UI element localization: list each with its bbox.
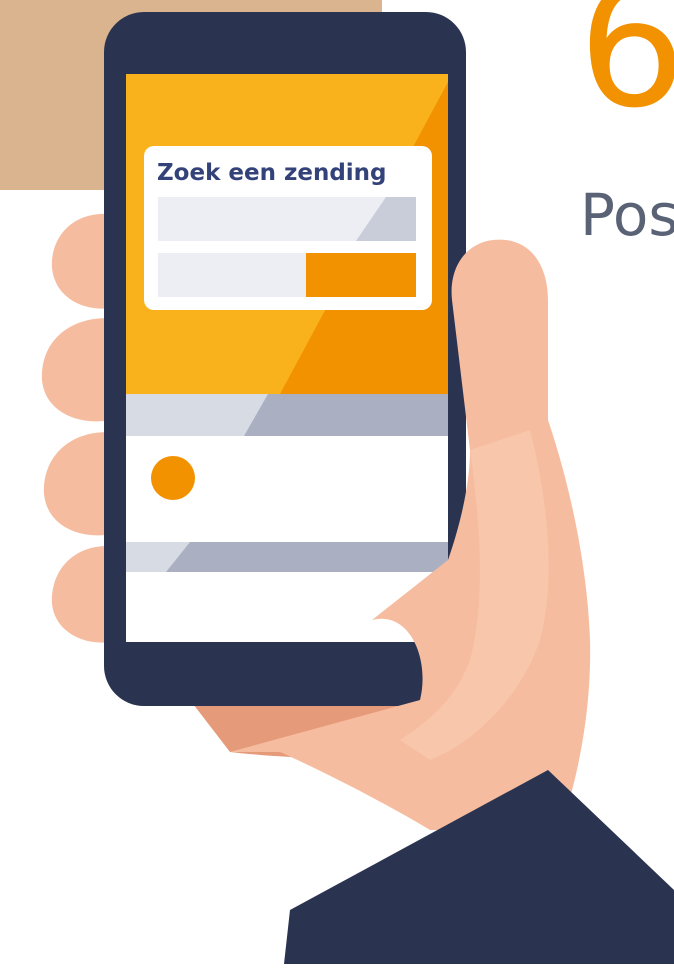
search-card-title: Zoek een zending bbox=[157, 160, 387, 186]
location-dot-icon bbox=[151, 456, 195, 500]
search-card[interactable]: Zoek een zending bbox=[144, 146, 432, 310]
screen-band-2-dark bbox=[166, 542, 448, 572]
illustration-scene: Zoek een zending 6 Pos bbox=[0, 0, 674, 964]
left-fingers bbox=[41, 213, 112, 643]
search-button[interactable] bbox=[306, 253, 416, 297]
secondary-field[interactable] bbox=[158, 253, 306, 297]
finger-1 bbox=[51, 213, 112, 309]
phone-screen: Zoek een zending bbox=[126, 74, 448, 642]
screen-band-1-dark bbox=[244, 394, 448, 436]
finger-2 bbox=[41, 318, 112, 422]
finger-4 bbox=[51, 546, 112, 643]
finger-3 bbox=[43, 432, 112, 536]
heading-number: 6 bbox=[578, 0, 674, 146]
heading-subtitle: Pos bbox=[580, 181, 674, 249]
phone-in-hand-illustration: Zoek een zending bbox=[0, 0, 674, 964]
